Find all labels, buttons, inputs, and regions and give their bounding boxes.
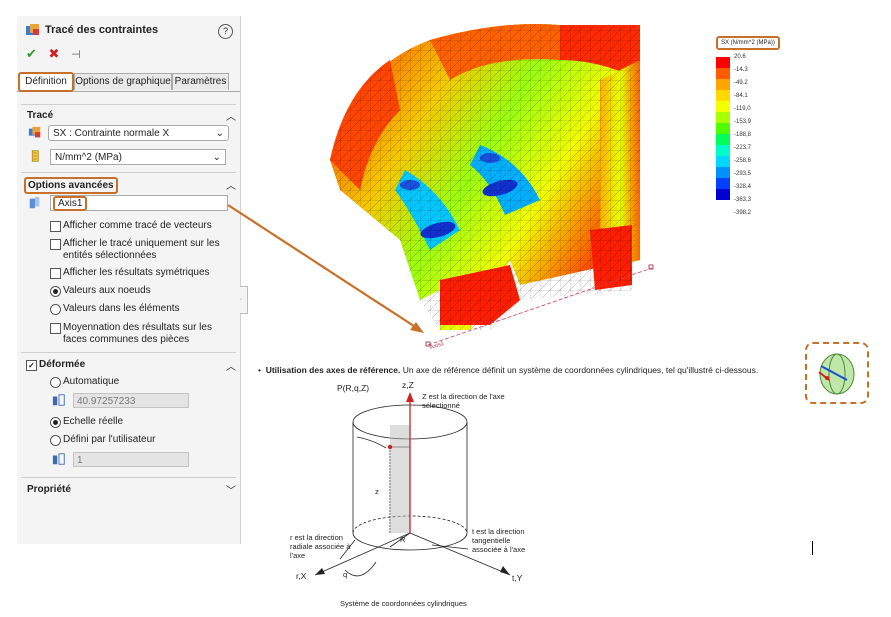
z-small-label: z bbox=[375, 487, 379, 496]
point-label: P(R,q,Z) bbox=[337, 383, 370, 393]
r-label: R bbox=[400, 535, 406, 544]
t-axis-label: t,Y bbox=[512, 573, 523, 583]
diagram-title: Système de coordonnées cylindriques bbox=[340, 599, 467, 608]
r-description: r est la direction radiale associée à l'… bbox=[290, 533, 351, 560]
text-cursor bbox=[812, 541, 813, 555]
r-axis-label: r,X bbox=[296, 571, 307, 581]
point-p bbox=[387, 444, 393, 450]
z-description: Z est la direction de l'axe sélectionné bbox=[422, 392, 505, 410]
q-label: q bbox=[343, 570, 348, 579]
cylindrical-diagram bbox=[314, 392, 511, 577]
t-description: t est la direction tangentielle associée… bbox=[472, 527, 526, 554]
z-axis-label: z,Z bbox=[402, 380, 414, 390]
